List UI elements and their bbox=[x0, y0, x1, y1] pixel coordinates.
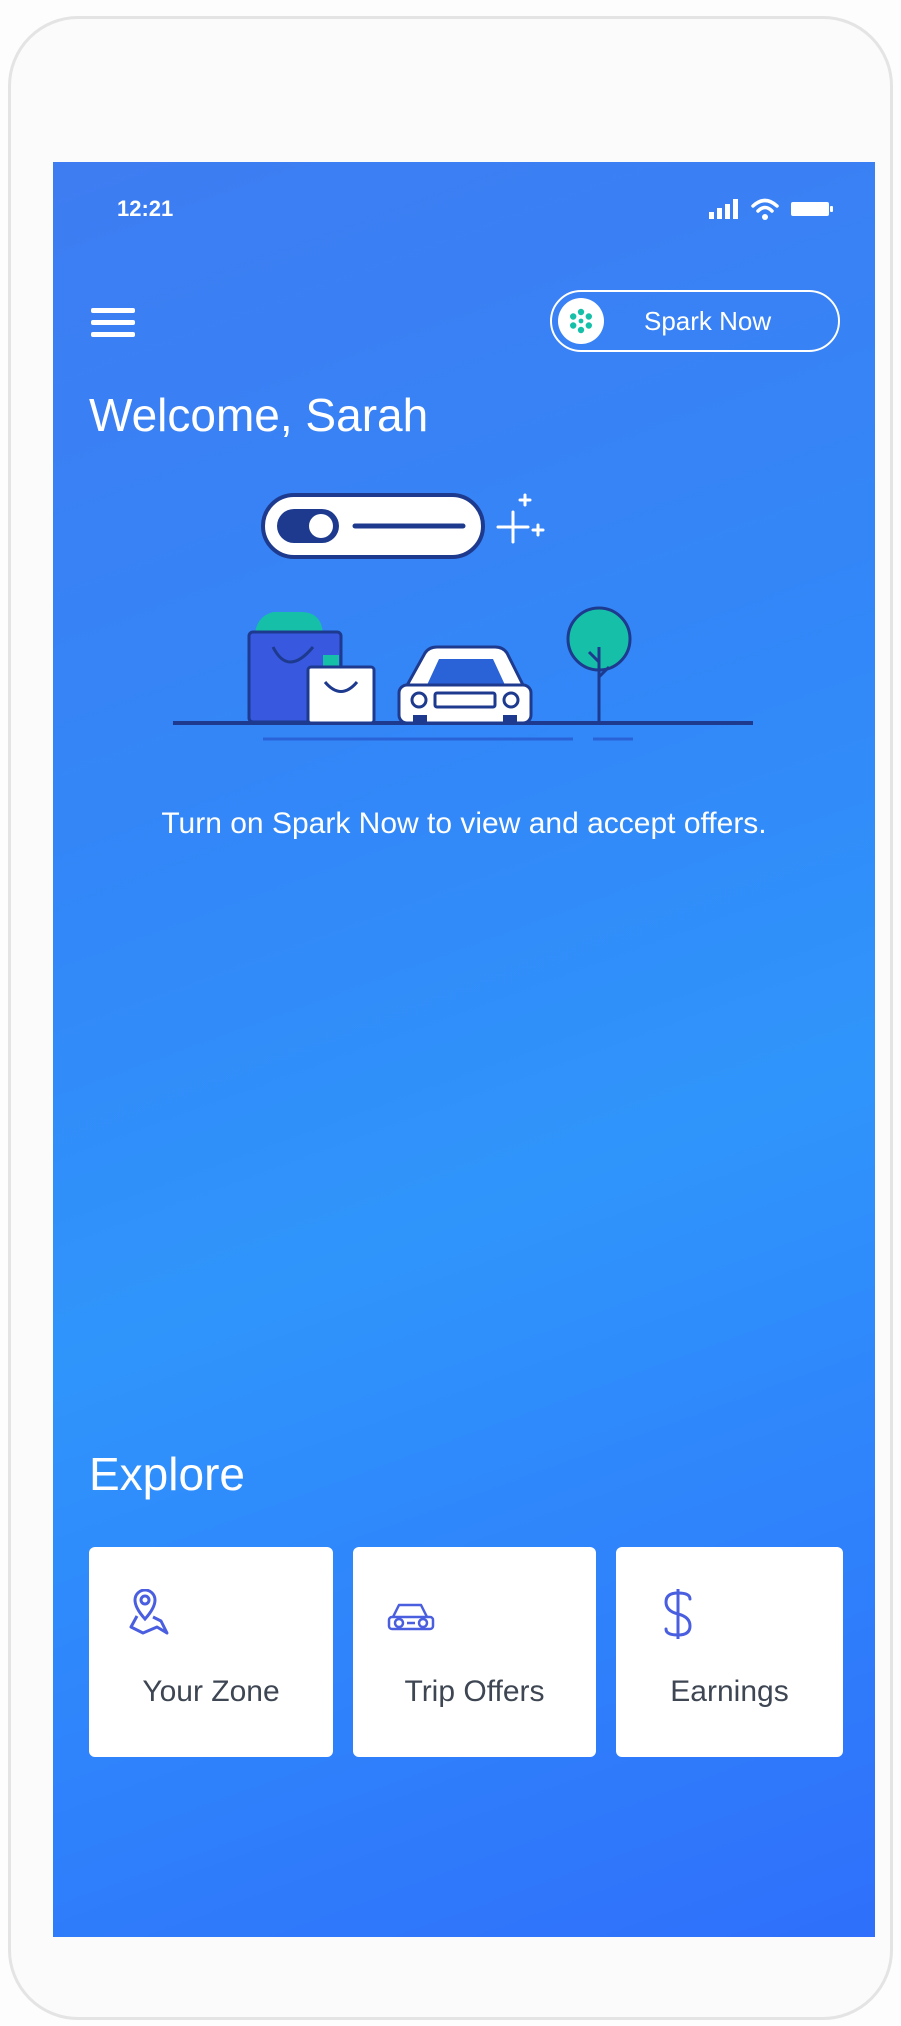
hamburger-menu-icon[interactable] bbox=[91, 302, 141, 342]
your-zone-card[interactable]: Your Zone bbox=[89, 1547, 333, 1757]
spark-icon bbox=[558, 298, 604, 344]
earnings-card[interactable]: Earnings bbox=[616, 1547, 843, 1757]
signal-icon bbox=[709, 199, 739, 224]
phone-frame: 12:21 Spark Now Welcome, Sarah Turn on S… bbox=[8, 16, 893, 2020]
dollar-icon bbox=[660, 1587, 708, 1639]
trip-offers-card[interactable]: Trip Offers bbox=[353, 1547, 596, 1757]
spark-illustration bbox=[173, 487, 753, 787]
earnings-label: Earnings bbox=[670, 1675, 789, 1708]
wifi-icon bbox=[751, 198, 779, 225]
car-icon bbox=[387, 1599, 435, 1649]
spark-now-toggle[interactable]: Spark Now bbox=[550, 290, 840, 352]
explore-heading: Explore bbox=[89, 1448, 245, 1500]
your-zone-label: Your Zone bbox=[142, 1675, 280, 1708]
battery-icon bbox=[791, 199, 835, 224]
status-icons bbox=[709, 198, 835, 225]
map-pin-icon bbox=[127, 1588, 175, 1639]
status-time: 12:21 bbox=[117, 196, 174, 221]
app-screen: 12:21 Spark Now Welcome, Sarah Turn on S… bbox=[53, 162, 875, 1937]
welcome-heading: Welcome, Sarah bbox=[89, 389, 429, 441]
spark-now-label: Spark Now bbox=[644, 305, 772, 336]
trip-offers-label: Trip Offers bbox=[404, 1675, 545, 1708]
spark-now-prompt: Turn on Spark Now to view and accept off… bbox=[161, 807, 767, 840]
